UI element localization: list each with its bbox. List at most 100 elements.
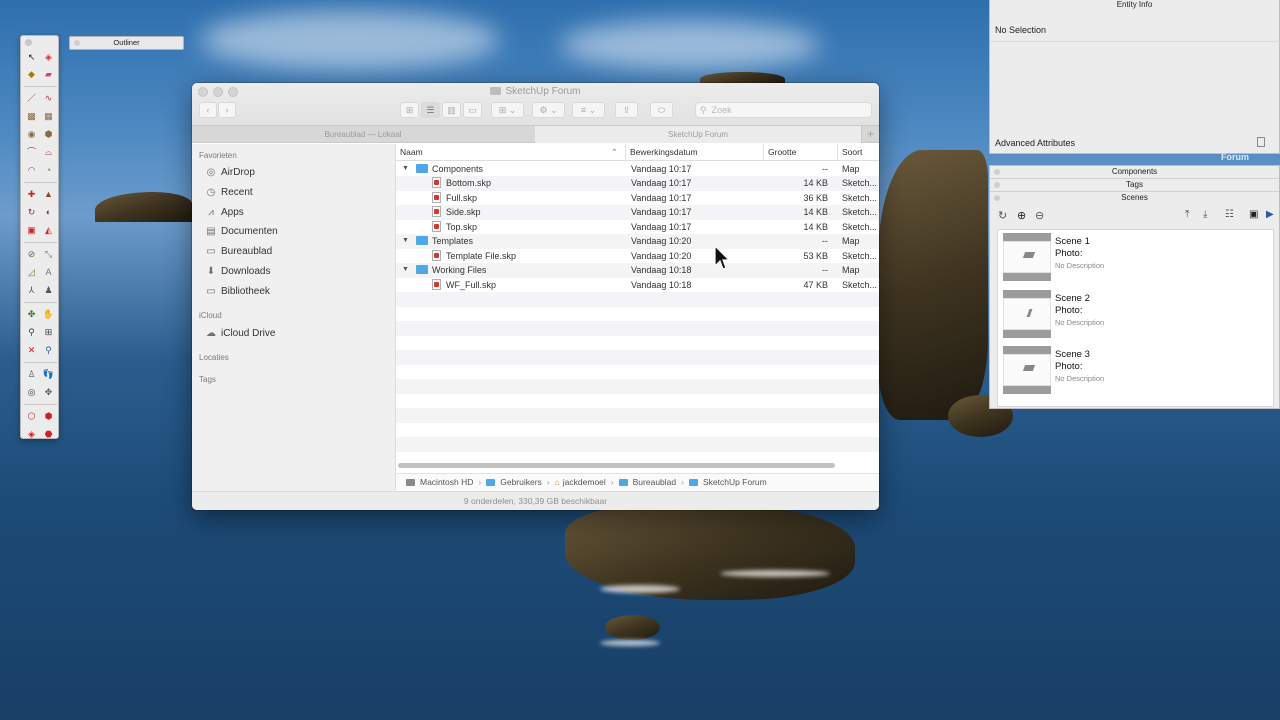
path-item[interactable]: Gebruikers xyxy=(500,477,542,487)
disclosure-triangle-icon[interactable]: ▼ xyxy=(402,162,409,177)
path-item[interactable]: jackdemoel xyxy=(563,477,606,487)
orbit-tool-icon[interactable]: ✤ xyxy=(25,308,38,321)
back-button[interactable]: ‹ xyxy=(199,102,217,118)
refresh-icon[interactable]: ↻ xyxy=(998,209,1007,222)
tray-tags[interactable]: Tags xyxy=(990,179,1279,191)
disclosure-triangle-icon[interactable]: ▼ xyxy=(402,234,409,249)
rotate-tool-icon[interactable]: ↻ xyxy=(25,206,38,219)
sidebar-item-bureaublad[interactable]: ▭ Bureaublad xyxy=(205,243,272,259)
section-plane-icon[interactable]: ✥ xyxy=(42,386,55,399)
expand-icon[interactable]: ▶ xyxy=(1266,209,1274,220)
circle-tool-icon[interactable]: ◉ xyxy=(25,128,38,141)
protractor-icon[interactable]: ◿ xyxy=(25,266,38,279)
axes-tool-icon[interactable]: ⅄ xyxy=(25,284,38,297)
offset-tool-icon[interactable]: ◭ xyxy=(42,224,55,237)
table-row[interactable]: ▼ Working Files Vandaag 10:18 -- Map xyxy=(396,263,879,278)
path-item[interactable]: Bureaublad xyxy=(633,477,676,487)
polygon-tool-icon[interactable]: ⬢ xyxy=(42,128,55,141)
paint-bucket-icon[interactable]: ◆ xyxy=(25,68,38,81)
tape-measure-icon[interactable]: ⊘ xyxy=(25,248,38,261)
table-row[interactable]: Full.skp Vandaag 10:17 36 KB Sketch... xyxy=(396,191,879,206)
disclosure-triangle-icon[interactable]: ▼ xyxy=(402,263,409,278)
advanced-attributes-toggle[interactable]: Advanced Attributes xyxy=(995,138,1075,148)
freehand-tool-icon[interactable]: ∿ xyxy=(42,92,55,105)
text-tool-icon[interactable]: A xyxy=(42,266,55,279)
move-up-icon[interactable]: ⤒ xyxy=(1185,209,1189,220)
scene-item[interactable]: Scene 1 Photo: No Description xyxy=(1001,233,1280,285)
scale-tool-icon[interactable]: ▣ xyxy=(25,224,38,237)
scene-item[interactable]: Scene 2 Photo: No Description xyxy=(1001,290,1280,342)
outliner-window[interactable]: Outliner xyxy=(69,36,184,50)
column-kind[interactable]: Soort xyxy=(837,144,879,161)
tab-sketchup-forum[interactable]: SketchUp Forum xyxy=(535,126,861,143)
sidebar-item-documenten[interactable]: ▤ Documenten xyxy=(205,223,277,239)
share-model-icon[interactable]: ⬢ xyxy=(42,410,55,423)
table-row[interactable]: WF_Full.skp Vandaag 10:18 47 KB Sketch... xyxy=(396,278,879,293)
details-icon[interactable]: ▣ xyxy=(1249,209,1258,220)
lock-icon[interactable] xyxy=(1257,137,1265,147)
arc-tool-icon[interactable]: ⌒ xyxy=(25,146,38,159)
pie-tool-icon[interactable]: ◔ xyxy=(42,164,55,177)
close-icon[interactable] xyxy=(25,39,32,46)
sidebar-item-airdrop[interactable]: ◎ AirDrop xyxy=(205,164,255,180)
column-name[interactable]: Naam ⌃ xyxy=(396,144,624,161)
rotated-rectangle-icon[interactable]: ▦ xyxy=(42,110,55,123)
table-row[interactable]: Side.skp Vandaag 10:17 14 KB Sketch... xyxy=(396,205,879,220)
column-view-button[interactable]: ▥ xyxy=(442,102,461,118)
zoom-window-icon[interactable]: ⊞ xyxy=(42,326,55,339)
action-button[interactable]: ⚙ ⌄ xyxy=(532,102,565,118)
list-view-button[interactable]: ☰ xyxy=(421,102,440,118)
add-scene-icon[interactable]: ⊕ xyxy=(1017,209,1026,222)
sidebar-heading-tags[interactable]: Tags xyxy=(199,375,216,384)
icon-view-button[interactable]: ⊞ xyxy=(400,102,419,118)
dimension-tool-icon[interactable]: ⤡ xyxy=(42,248,55,261)
path-item[interactable]: Macintosh HD xyxy=(420,477,473,487)
close-icon[interactable] xyxy=(74,40,80,46)
new-tab-button[interactable]: + xyxy=(861,126,879,143)
warehouse-icon[interactable]: ⬡ xyxy=(25,410,38,423)
move-down-icon[interactable]: ⤓ xyxy=(1203,209,1207,220)
tags-button[interactable]: ⬭ xyxy=(650,102,673,118)
table-row[interactable]: Template File.skp Vandaag 10:20 53 KB Sketc… xyxy=(396,249,879,264)
path-item[interactable]: SketchUp Forum xyxy=(703,477,767,487)
column-size[interactable]: Grootte xyxy=(763,144,836,161)
push-pull-icon[interactable]: ▲ xyxy=(42,188,55,201)
table-row[interactable]: ▼ Templates Vandaag 10:20 -- Map xyxy=(396,234,879,249)
zoom-extents-icon[interactable]: ✕ xyxy=(25,344,38,357)
eraser-icon[interactable]: ▰ xyxy=(42,68,55,81)
zoom-tool-icon[interactable]: ⚲ xyxy=(25,326,38,339)
forward-button[interactable]: › xyxy=(218,102,236,118)
sidebar-item-apps[interactable]: ⩘ Apps xyxy=(205,204,244,220)
previous-view-icon[interactable]: ⚲ xyxy=(42,344,55,357)
three-point-arc-icon[interactable]: ◠ xyxy=(25,164,38,177)
table-row[interactable]: Top.skp Vandaag 10:17 14 KB Sketch... xyxy=(396,220,879,235)
sidebar-item-recent[interactable]: ◷ Recent xyxy=(205,184,253,200)
follow-me-icon[interactable]: ◐ xyxy=(42,206,55,219)
select-tool-icon[interactable]: ↖ xyxy=(25,51,38,64)
scene-item[interactable]: Scene 3 Photo: No Description xyxy=(1001,346,1280,398)
sidebar-heading-locaties[interactable]: Locaties xyxy=(199,353,229,362)
share-button[interactable]: ⇪ xyxy=(615,102,638,118)
gallery-view-button[interactable]: ▭ xyxy=(463,102,482,118)
horizontal-scrollbar[interactable] xyxy=(398,463,835,468)
sidebar-item-bibliotheek[interactable]: ▭ Bibliotheek xyxy=(205,283,270,299)
table-row[interactable]: Bottom.skp Vandaag 10:17 14 KB Sketch... xyxy=(396,176,879,191)
extension-manager-icon[interactable]: ⬣ xyxy=(42,428,55,441)
search-input[interactable]: ⚲ Zoek xyxy=(695,102,872,118)
column-date[interactable]: Bewerkingsdatum xyxy=(625,144,762,161)
view-options-icon[interactable]: ☷ xyxy=(1225,209,1234,220)
tray-components[interactable]: Components xyxy=(990,166,1279,178)
tab-bureaublad[interactable]: Bureaublad — Lokaal xyxy=(192,126,534,143)
table-row[interactable]: ▼ Components Vandaag 10:17 -- Map xyxy=(396,162,879,177)
sidebar-item-icloud-drive[interactable]: ☁ iCloud Drive xyxy=(205,325,275,341)
move-tool-icon[interactable]: ✚ xyxy=(25,188,38,201)
extension-warehouse-icon[interactable]: ◈ xyxy=(25,428,38,441)
sidebar-item-downloads[interactable]: ⬇ Downloads xyxy=(205,263,271,279)
tray-scenes[interactable]: Scenes xyxy=(990,192,1279,204)
two-point-arc-icon[interactable]: ⌓ xyxy=(42,146,55,159)
3d-text-icon[interactable]: ♟ xyxy=(42,284,55,297)
group-button[interactable]: ⊞ ⌄ xyxy=(491,102,524,118)
rectangle-tool-icon[interactable]: ▩ xyxy=(25,110,38,123)
remove-scene-icon[interactable]: ⊖ xyxy=(1035,209,1044,222)
component-tool-icon[interactable]: ◈ xyxy=(42,51,55,64)
